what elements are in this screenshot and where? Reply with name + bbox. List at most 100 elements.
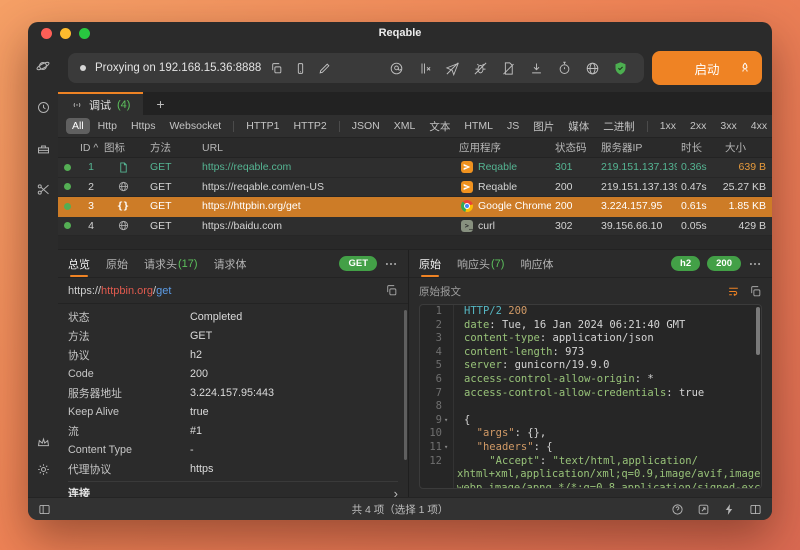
- more-icon[interactable]: [384, 257, 398, 271]
- row-app: Reqable: [455, 161, 551, 173]
- fold-arrow-icon[interactable]: ▾: [444, 441, 453, 455]
- filter-chip-websocket[interactable]: Websocket: [163, 118, 227, 134]
- proxy-status-box[interactable]: Proxying on 192.168.15.36:8888: [68, 53, 644, 83]
- code-token: "headers": [477, 441, 534, 453]
- account-icon[interactable]: [389, 61, 404, 76]
- mobile-icon[interactable]: [294, 62, 307, 75]
- filter-chip-xml[interactable]: XML: [388, 118, 422, 134]
- request-tab-2[interactable]: 请求头(17): [144, 250, 198, 277]
- header-cell-3[interactable]: URL: [198, 142, 455, 154]
- filter-chip-http2[interactable]: HTTP2: [287, 118, 332, 134]
- code-token: {: [464, 414, 470, 426]
- filter-chip-html[interactable]: HTML: [458, 118, 499, 134]
- copy-icon[interactable]: [270, 62, 283, 75]
- shield-icon[interactable]: [613, 61, 628, 76]
- filter-chip-http[interactable]: Http: [92, 118, 123, 134]
- field-label: 方法: [68, 328, 190, 344]
- request-tab-3[interactable]: 请求体: [214, 250, 247, 277]
- header-cell-0[interactable]: ID ^: [76, 142, 100, 154]
- tab-debug[interactable]: 调试 (4): [58, 92, 143, 115]
- lightning-icon[interactable]: [723, 503, 736, 516]
- scrollbar[interactable]: [404, 310, 407, 460]
- request-tab-0[interactable]: 总览: [68, 250, 90, 277]
- table-row[interactable]: 4GEThttps://baidu.com>_curl30239.156.66.…: [58, 217, 772, 237]
- globe-icon[interactable]: [585, 61, 600, 76]
- line-number-gutter: 7: [420, 387, 454, 401]
- response-tab-2[interactable]: 响应体: [520, 250, 553, 277]
- line-number-gutter: 2: [420, 319, 454, 333]
- toolbox-icon[interactable]: [36, 141, 51, 156]
- history-icon[interactable]: [36, 100, 51, 115]
- response-tabs: 原始响应头(7)响应体 h2200: [409, 250, 772, 278]
- copy-icon[interactable]: [749, 285, 762, 298]
- close-window-button[interactable]: [41, 28, 52, 39]
- filter-chip-1xx[interactable]: 1xx: [654, 118, 682, 134]
- timer-icon[interactable]: [557, 61, 572, 76]
- code-token: date: [464, 319, 489, 331]
- header-cell-6[interactable]: 服务器IP: [597, 140, 677, 155]
- window-controls: [41, 22, 90, 44]
- filter-divider: [647, 121, 648, 132]
- filter-chip-文本[interactable]: 文本: [423, 117, 456, 136]
- start-button[interactable]: 启动: [652, 51, 762, 85]
- filter-chip-https[interactable]: Https: [125, 118, 162, 134]
- zoom-window-button[interactable]: [79, 28, 90, 39]
- row-server-ip: 3.224.157.95: [597, 200, 677, 212]
- fold-arrow-icon[interactable]: ▾: [444, 414, 453, 428]
- file-off-icon[interactable]: [501, 61, 516, 76]
- table-row[interactable]: 1GEThttps://reqable.comReqable301219.151…: [58, 158, 772, 178]
- header-cell-7[interactable]: 时长: [677, 140, 721, 155]
- response-tab-1[interactable]: 响应头(7): [457, 250, 504, 277]
- header-cell-5[interactable]: 状态码: [551, 140, 597, 155]
- filter-chip-图片[interactable]: 图片: [527, 117, 560, 136]
- row-app: Google Chrome: [455, 200, 551, 212]
- device-link-icon[interactable]: [417, 61, 432, 76]
- plane-off-icon[interactable]: [445, 61, 460, 76]
- more-icon[interactable]: [748, 257, 762, 271]
- table-row[interactable]: 2GEThttps://reqable.com/en-USReqable2002…: [58, 178, 772, 198]
- filter-chip-all[interactable]: All: [66, 118, 90, 134]
- minimize-window-button[interactable]: [60, 28, 71, 39]
- scissors-icon[interactable]: [36, 182, 51, 197]
- header-cell-2[interactable]: 方法: [146, 140, 198, 155]
- copy-icon[interactable]: [385, 284, 398, 297]
- planet-icon[interactable]: [35, 58, 51, 74]
- request-tab-label: 原始: [106, 256, 128, 272]
- layout-icon[interactable]: [749, 503, 762, 516]
- new-tab-button[interactable]: +: [143, 92, 177, 115]
- code-line: webp,image/apng,*/*;q=0.8,application/si…: [420, 482, 761, 489]
- header-cell-4[interactable]: 应用程序: [455, 140, 551, 155]
- braces-icon: {}: [100, 201, 146, 212]
- filter-chip-http1[interactable]: HTTP1: [240, 118, 285, 134]
- line-number: 3: [420, 332, 444, 346]
- overview-field-row: Keep Alivetrue: [68, 402, 398, 421]
- code-line: 2date: Tue, 16 Jan 2024 06:21:40 GMT: [420, 319, 761, 333]
- filter-chip-4xx[interactable]: 4xx: [745, 118, 772, 134]
- field-value: 3.224.157.95:443: [190, 387, 274, 399]
- edit-icon[interactable]: [318, 62, 331, 75]
- response-tab-0[interactable]: 原始: [419, 250, 441, 277]
- bug-off-icon[interactable]: [473, 61, 488, 76]
- filter-chip-3xx[interactable]: 3xx: [714, 118, 742, 134]
- row-app-name: Reqable: [478, 161, 517, 173]
- filter-chip-二进制[interactable]: 二进制: [597, 117, 641, 136]
- line-number-gutter: 4: [420, 346, 454, 360]
- help-icon[interactable]: [671, 503, 684, 516]
- header-cell-8[interactable]: 大小: [721, 140, 772, 155]
- filter-chip-2xx[interactable]: 2xx: [684, 118, 712, 134]
- response-raw-view[interactable]: 1HTTP/2 2002date: Tue, 16 Jan 2024 06:21…: [419, 304, 762, 489]
- connection-row[interactable]: 连接 ›: [68, 481, 398, 497]
- scrollbar[interactable]: [756, 307, 760, 355]
- request-tab-1[interactable]: 原始: [106, 250, 128, 277]
- row-app-name: Google Chrome: [478, 200, 551, 212]
- settings-icon[interactable]: [36, 462, 51, 477]
- crown-icon[interactable]: [36, 435, 51, 450]
- filter-chip-js[interactable]: JS: [501, 118, 525, 134]
- filter-chip-json[interactable]: JSON: [346, 118, 386, 134]
- compose-icon[interactable]: [697, 503, 710, 516]
- download-icon[interactable]: [529, 61, 544, 76]
- filter-chip-媒体[interactable]: 媒体: [562, 117, 595, 136]
- header-cell-1[interactable]: 图标: [100, 140, 146, 155]
- table-row[interactable]: 3{}GEThttps://httpbin.org/getGoogle Chro…: [58, 197, 772, 217]
- word-wrap-icon[interactable]: [727, 285, 740, 298]
